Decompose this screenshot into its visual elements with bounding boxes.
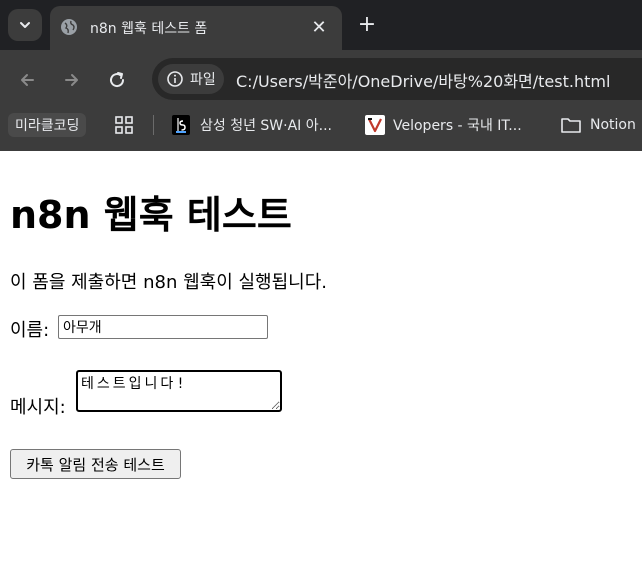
tab-title: n8n 웹훅 테스트 폼 bbox=[90, 21, 208, 37]
page-title: n8n 웹훅 테스트 bbox=[10, 193, 292, 237]
name-input[interactable] bbox=[58, 315, 268, 339]
bookmark-label: Notion bbox=[590, 117, 636, 133]
submit-button[interactable]: 카톡 알림 전송 테스트 bbox=[10, 449, 181, 479]
tab-active[interactable]: n8n 웹훅 테스트 폼 ✕ bbox=[50, 6, 342, 50]
bookmark-label: Velopers - 국내 IT... bbox=[393, 118, 522, 134]
bookmark-label: 삼성 청년 SW·AI 아... bbox=[200, 118, 332, 134]
tab-close-icon[interactable]: ✕ bbox=[308, 16, 330, 38]
message-textarea[interactable]: 테스트입니다! bbox=[76, 370, 282, 412]
bookmark-samsung[interactable]: 삼성 청년 SW·AI 아... bbox=[172, 112, 332, 138]
arrow-left-icon bbox=[21, 74, 34, 86]
site-info-chip[interactable]: 파일 bbox=[158, 64, 224, 94]
apps-grid-icon bbox=[115, 116, 133, 134]
url-text[interactable]: C:/Users/박준아/OneDrive/바탕%20화면/test.html bbox=[236, 68, 610, 92]
bookmark-notion-folder[interactable]: Notion bbox=[560, 112, 636, 138]
bookmark-velopers[interactable]: Velopers - 국내 IT... bbox=[365, 112, 522, 138]
page-content: n8n 웹훅 테스트 이 폼을 제출하면 n8n 웹훅이 실행됩니다. 이름: … bbox=[0, 151, 642, 587]
reload-icon bbox=[110, 72, 125, 88]
site-info-label: 파일 bbox=[190, 72, 216, 88]
message-label: 메시지: bbox=[10, 397, 66, 418]
globe-icon bbox=[61, 19, 77, 35]
bookmarks-bar: 미라클코딩 삼성 청년 SW·AI 아... Velopers - 국내 IT.… bbox=[0, 106, 642, 144]
folder-icon bbox=[561, 118, 581, 133]
tab-search-button[interactable] bbox=[8, 9, 42, 41]
arrow-right-icon bbox=[65, 74, 78, 86]
samsung-favicon-icon bbox=[172, 115, 190, 135]
velopers-favicon-icon bbox=[365, 115, 385, 135]
chevron-down-icon bbox=[20, 22, 30, 28]
forward-button[interactable] bbox=[58, 66, 86, 94]
name-label: 이름: bbox=[10, 320, 50, 341]
bookmark-miracle-coding[interactable]: 미라클코딩 bbox=[8, 113, 87, 137]
info-icon bbox=[167, 71, 183, 87]
tab-strip: n8n 웹훅 테스트 폼 ✕ + bbox=[0, 0, 642, 50]
apps-button[interactable] bbox=[114, 112, 134, 138]
bookmarks-separator bbox=[153, 115, 154, 135]
page-description: 이 폼을 제출하면 n8n 웹훅이 실행됩니다. bbox=[10, 272, 327, 293]
address-bar[interactable]: 파일 C:/Users/박준아/OneDrive/바탕%20화면/test.ht… bbox=[152, 58, 642, 100]
new-tab-button[interactable]: + bbox=[354, 11, 380, 37]
bookmark-label: 미라클코딩 bbox=[15, 118, 80, 134]
reload-button[interactable] bbox=[103, 66, 131, 94]
browser-chrome: n8n 웹훅 테스트 폼 ✕ + 파일 C:/Users/박준아/OneDriv… bbox=[0, 0, 642, 151]
back-button[interactable] bbox=[13, 66, 41, 94]
